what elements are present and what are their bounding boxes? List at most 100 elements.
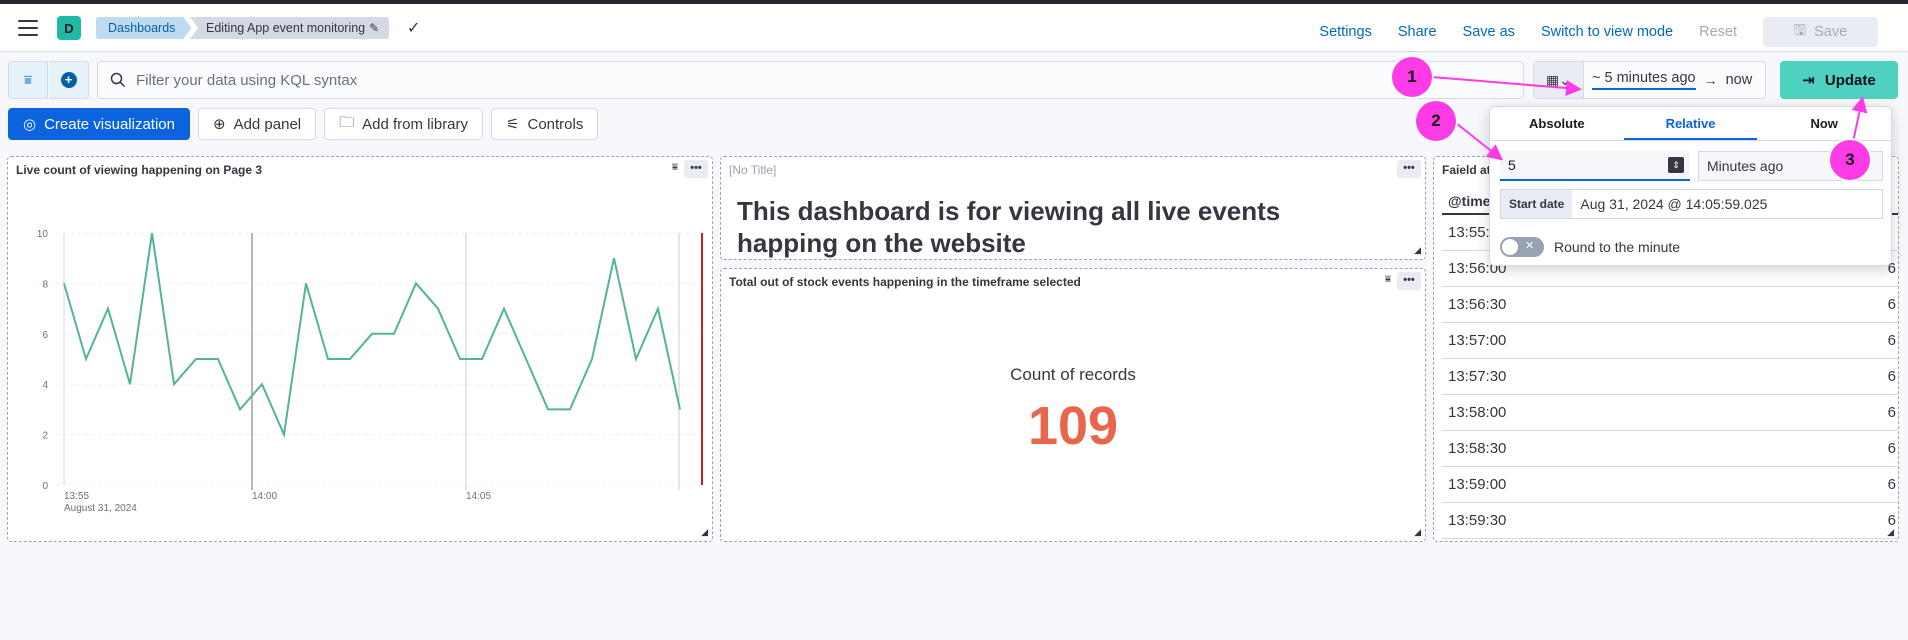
- panel-title: Total out of stock events happening in t…: [729, 275, 1081, 289]
- controls-button[interactable]: ⚟ Controls: [491, 108, 599, 140]
- markdown-panel: [No Title] ••• This dashboard is for vie…: [720, 156, 1426, 260]
- update-label: Update: [1824, 71, 1876, 89]
- breadcrumb-current-label: Editing App event monitoring: [206, 21, 366, 35]
- cell-time: 13:59:30: [1448, 512, 1507, 529]
- panel-title: Live count of viewing happening on Page …: [16, 163, 263, 177]
- add-from-library-button[interactable]: 🗀 Add from library: [324, 108, 484, 140]
- query-bar: ⩸ + ▦⌄ ~ 5 minutes ago → now ⇥ Update: [8, 61, 1900, 99]
- annotation-marker-3: 3: [1830, 140, 1870, 180]
- spinner-icon[interactable]: ⇕: [1668, 157, 1684, 173]
- controls-icon: ⚟: [506, 116, 520, 133]
- cell-time: 13:58:00: [1448, 404, 1507, 421]
- table-row: 13:58:30 6: [1442, 431, 1898, 467]
- line-chart: 0 2 4 6 8 10 13:55 14:00 14:05 August 31, 2024: [37, 229, 703, 514]
- cell-time: 13:56:30: [1448, 296, 1507, 313]
- reset-link[interactable]: Reset: [1699, 24, 1737, 40]
- switch-view-mode-link[interactable]: Switch to view mode: [1541, 24, 1673, 40]
- toggle-switch[interactable]: ✕: [1500, 237, 1544, 257]
- plus-icon: +: [60, 72, 77, 88]
- tab-absolute[interactable]: Absolute: [1490, 107, 1624, 140]
- search-icon: [110, 72, 126, 88]
- add-from-library-label: Add from library: [362, 115, 469, 133]
- save-button[interactable]: 🖫 Save: [1763, 17, 1878, 47]
- y-tick-label: 8: [42, 279, 48, 290]
- metric-value: 109: [1027, 396, 1119, 456]
- space-avatar[interactable]: D: [57, 16, 81, 40]
- metric-label: Count of records: [1010, 365, 1136, 384]
- panel-options-button[interactable]: •••: [684, 160, 708, 178]
- relative-number-input[interactable]: 5 ⇕: [1500, 151, 1690, 181]
- settings-link[interactable]: Settings: [1319, 24, 1371, 40]
- panel-options-button[interactable]: •••: [1397, 160, 1421, 178]
- cell-value: 6: [1887, 440, 1896, 457]
- share-link[interactable]: Share: [1398, 24, 1437, 40]
- tab-now[interactable]: Now: [1757, 107, 1891, 140]
- tab-relative[interactable]: Relative: [1623, 107, 1758, 140]
- date-popover: Absolute Relative Now 5 ⇕ Minutes ago Sta…: [1489, 106, 1892, 266]
- visualize-icon: ◎: [23, 116, 37, 133]
- start-date[interactable]: ~ 5 minutes ago: [1592, 70, 1696, 90]
- pencil-icon[interactable]: ✎: [369, 21, 379, 35]
- header-links: Settings Share Save as Switch to view mo…: [1319, 8, 1878, 56]
- resize-handle-icon[interactable]: ◢: [1414, 527, 1421, 538]
- create-visualization-label: Create visualization: [44, 115, 175, 133]
- add-panel-label: Add panel: [233, 115, 302, 133]
- resize-handle-icon[interactable]: ◢: [1887, 527, 1894, 538]
- cell-value: 6: [1887, 332, 1896, 349]
- save-label: Save: [1814, 24, 1848, 40]
- refresh-icon: ⇥: [1802, 72, 1815, 89]
- popover-tabs: Absolute Relative Now: [1490, 107, 1891, 141]
- panel-options-button[interactable]: •••: [1397, 272, 1421, 290]
- menu-icon[interactable]: [18, 20, 38, 36]
- y-tick-label: 6: [42, 330, 48, 341]
- cell-value: 6: [1887, 476, 1896, 493]
- resize-handle-icon[interactable]: ◢: [701, 527, 708, 538]
- round-label: Round to the minute: [1554, 239, 1681, 255]
- y-tick-label: 10: [37, 229, 49, 240]
- header: D Dashboards Editing App event monitorin…: [0, 4, 1908, 52]
- check-icon[interactable]: ✓: [407, 18, 420, 38]
- save-as-link[interactable]: Save as: [1463, 24, 1515, 40]
- controls-label: Controls: [527, 115, 584, 133]
- table-row: 13:57:00 6: [1442, 323, 1898, 359]
- arrow-right-icon: →: [1703, 72, 1718, 88]
- calendar-icon[interactable]: ▦⌄: [1534, 62, 1584, 98]
- add-icon: ⊕: [213, 116, 226, 133]
- metric-panel: Total out of stock events happening in t…: [720, 268, 1426, 542]
- line-chart-panel: Live count of viewing happening on Page …: [7, 156, 713, 542]
- table-row: 13:56:30 6: [1442, 287, 1898, 323]
- panel-title: [No Title]: [729, 163, 777, 177]
- filter-menu-button[interactable]: ⩸: [8, 61, 48, 99]
- close-icon: ✕: [1525, 240, 1535, 252]
- dashboard-toolbar: ◎ Create visualization ⊕ Add panel 🗀 Add fr…: [8, 108, 599, 140]
- kql-input[interactable]: [136, 71, 1486, 89]
- relative-number-value: 5: [1508, 157, 1516, 173]
- add-panel-button[interactable]: ⊕ Add panel: [198, 108, 317, 140]
- table-row: 13:57:30 6: [1442, 359, 1898, 395]
- kql-search: [97, 61, 1524, 99]
- start-date-value: Aug 31, 2024 @ 14:05:59.025: [1580, 196, 1768, 212]
- breadcrumb-dashboards[interactable]: Dashboards: [96, 17, 191, 39]
- table-row: 13:59:00 6: [1442, 467, 1898, 503]
- panel-title: Faield at: [1442, 163, 1491, 177]
- cell-time: 13:58:30: [1448, 440, 1507, 457]
- round-toggle[interactable]: ✕ Round to the minute: [1500, 237, 1680, 257]
- resize-handle-icon[interactable]: ◢: [1414, 245, 1421, 256]
- create-visualization-button[interactable]: ◎ Create visualization: [8, 108, 190, 140]
- folder-icon: 🗀: [339, 113, 355, 131]
- cell-value: 6: [1887, 296, 1896, 313]
- cell-value: 6: [1887, 368, 1896, 385]
- cell-time: 13:57:30: [1448, 368, 1507, 385]
- filter-icon[interactable]: ⩸: [1385, 274, 1391, 285]
- update-button[interactable]: ⇥ Update: [1780, 61, 1898, 99]
- table-row: 13:58:00 6: [1442, 395, 1898, 431]
- cell-time: 13:59:00: [1448, 476, 1507, 493]
- x-tick-label: 13:55: [64, 491, 89, 502]
- add-filter-button[interactable]: +: [49, 61, 89, 99]
- end-date[interactable]: now: [1726, 72, 1753, 88]
- dashboard-description: This dashboard is for viewing all live e…: [737, 196, 1281, 258]
- filter-icon[interactable]: ⩸: [672, 162, 678, 173]
- annotation-marker-2: 2: [1416, 101, 1456, 141]
- save-icon: 🖫: [1793, 22, 1807, 39]
- cell-value: 6: [1887, 404, 1896, 421]
